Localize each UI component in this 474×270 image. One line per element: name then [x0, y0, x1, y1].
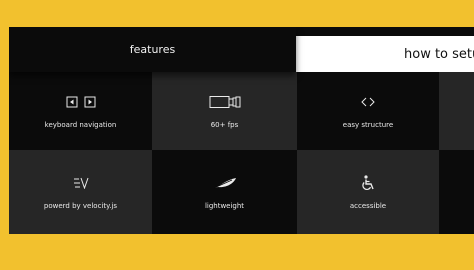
- feature-cell-clipped: [439, 150, 474, 234]
- code-brackets-icon: [361, 94, 375, 110]
- keyboard-arrows-icon: [66, 94, 96, 110]
- tab-how-to-setup[interactable]: how to setup: [296, 36, 474, 73]
- feature-easy-structure: easy structure: [297, 72, 439, 150]
- feature-60-fps: 60+ fps: [152, 72, 297, 150]
- feature-cell-clipped: [439, 72, 474, 150]
- tab-setup-label: how to setup: [404, 47, 474, 62]
- feather-icon: [212, 175, 238, 191]
- velocity-logo-icon: [73, 175, 89, 191]
- feature-label: powerd by velocity.js: [43, 201, 118, 210]
- features-grid: keyboard navigation 60+ fps easy structu…: [9, 72, 474, 234]
- feature-label: lightweight: [204, 201, 245, 210]
- film-camera-icon: [209, 94, 241, 110]
- tab-bar: features how to setup: [9, 27, 474, 73]
- tab-features-label: features: [129, 43, 176, 56]
- features-panel: features how to setup keyboard navigatio…: [9, 27, 474, 234]
- wheelchair-icon: [361, 174, 375, 191]
- feature-label: easy structure: [342, 120, 394, 129]
- feature-keyboard-navigation: keyboard navigation: [9, 72, 152, 150]
- feature-lightweight: lightweight: [152, 150, 297, 234]
- feature-accessible: accessible: [297, 150, 439, 234]
- feature-label: accessible: [349, 201, 387, 210]
- feature-label: keyboard navigation: [44, 120, 117, 129]
- feature-label: 60+ fps: [210, 120, 239, 129]
- tab-features[interactable]: features: [9, 27, 296, 72]
- feature-velocity: powerd by velocity.js: [9, 150, 152, 234]
